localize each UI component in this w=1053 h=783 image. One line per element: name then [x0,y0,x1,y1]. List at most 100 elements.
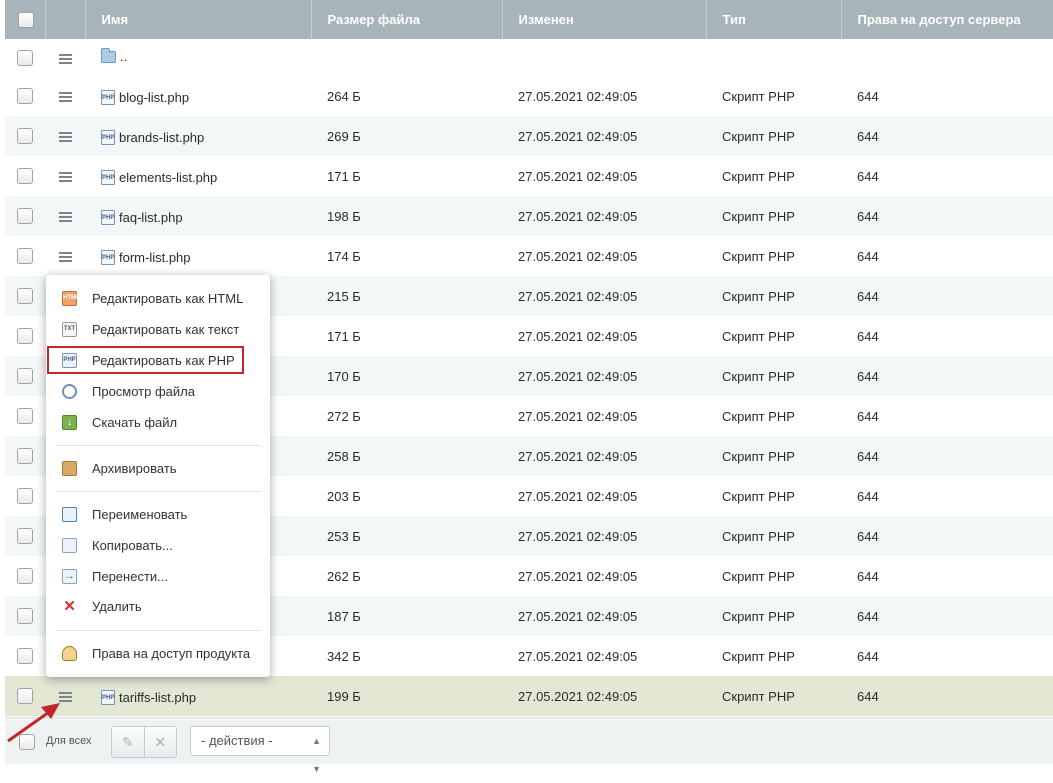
file-permissions: 644 [841,196,1053,236]
row-menu-icon[interactable] [58,212,72,223]
file-modified: 27.05.2021 02:49:05 [502,596,706,636]
file-size: 170 Б [311,356,502,396]
row-checkbox[interactable] [17,648,33,665]
table-row[interactable]: PHP faq-list.php 198 Б 27.05.2021 02:49:0… [5,196,1053,236]
row-checkbox[interactable] [17,528,33,545]
text-file-icon: TXT [62,321,77,337]
table-row[interactable]: PHP form-list.php 174 Б 27.05.2021 02:49:… [5,236,1053,276]
column-permissions[interactable]: Права на доступ сервера [841,0,1053,39]
table-row[interactable]: PHP elements-list.php 171 Б 27.05.2021 02… [5,156,1053,196]
row-menu-icon[interactable] [58,172,72,183]
file-size: 272 Б [327,408,361,424]
select-arrows-icon: ▲ ▼ [312,736,321,774]
table-row[interactable]: PHP brands-list.php 269 Б 27.05.2021 02:4… [5,116,1053,156]
file-permissions: 644 [841,516,1053,556]
move-icon: → [62,568,77,584]
menu-item-edit-html[interactable]: HTML Редактировать как HTML [46,286,270,310]
select-all-checkbox[interactable] [18,11,34,28]
menu-item-label: Удалить [92,598,142,614]
menu-item-edit-php[interactable]: PHP Редактировать как PHP [47,346,244,374]
menu-item-rename[interactable]: Переименовать [46,502,270,526]
column-type[interactable]: Тип [706,0,842,39]
file-size: 258 Б [311,436,502,476]
file-size: 269 Б [311,116,502,156]
menu-column-header [45,0,86,39]
menu-item-delete[interactable]: ✕ Удалить [46,594,270,618]
php-file-icon: PHP [101,130,115,145]
menu-item-archive[interactable]: Архивировать [46,456,270,480]
menu-item-label: Копировать... [92,537,173,553]
file-type: Скрипт PHP [706,276,841,316]
row-menu-icon[interactable] [58,692,72,703]
row-checkbox[interactable] [17,49,33,66]
row-checkbox[interactable] [17,608,33,625]
file-name[interactable]: faq-list.php [119,210,183,225]
file-permissions: 644 [841,276,1053,316]
table-row-selected[interactable]: PHP tariffs-list.php 199 Б 27.05.2021 02:… [5,676,1053,716]
table-row[interactable]: PHP blog-list.php 264 Б 27.05.2021 02:49:… [5,76,1053,116]
parent-link[interactable]: .. [120,49,127,64]
menu-item-view[interactable]: Просмотр файла [46,379,270,403]
row-checkbox[interactable] [17,248,33,265]
for-all-checkbox[interactable] [19,734,35,750]
file-permissions: 644 [857,488,879,504]
file-name[interactable]: elements-list.php [119,170,217,185]
file-modified: 27.05.2021 02:49:05 [502,676,706,716]
row-checkbox[interactable] [17,168,33,185]
close-icon[interactable]: ✕ [143,727,177,757]
file-modified: 27.05.2021 02:49:05 [518,648,638,664]
select-all-cell [5,0,46,39]
column-modified[interactable]: Изменен [502,0,707,39]
file-modified: 27.05.2021 02:49:05 [518,408,638,424]
row-checkbox[interactable] [17,568,33,585]
file-size: 203 Б [327,488,361,504]
actions-select[interactable]: - действия - ▲ ▼ [190,726,330,774]
row-checkbox[interactable] [17,288,33,305]
file-type: Скрипт PHP [722,328,795,344]
archive-box-icon [62,460,77,476]
menu-item-download[interactable]: ↓ Скачать файл [46,410,270,434]
file-type: Скрипт PHP [706,356,841,396]
file-permissions: 644 [841,596,1053,636]
magnifier-icon [62,383,77,399]
pencil-icon[interactable]: ✎ [112,727,144,757]
file-size: 253 Б [311,516,502,556]
menu-item-label: Скачать файл [92,414,178,430]
row-menu-icon[interactable] [58,132,72,143]
row-checkbox[interactable] [17,128,33,145]
file-name[interactable]: form-list.php [119,250,191,265]
folder-up-icon [101,47,116,63]
file-modified: 27.05.2021 02:49:05 [502,276,706,316]
file-name[interactable]: brands-list.php [119,130,204,145]
menu-item-copy[interactable]: Копировать... [46,533,270,557]
row-checkbox[interactable] [17,448,33,465]
row-checkbox[interactable] [17,208,33,225]
row-checkbox[interactable] [17,88,33,105]
file-permissions: 644 [857,568,879,584]
file-permissions: 644 [841,436,1053,476]
row-checkbox[interactable] [17,688,33,705]
menu-item-label: Редактировать как текст [92,321,240,337]
row-checkbox[interactable] [17,408,33,425]
file-name[interactable]: blog-list.php [119,90,189,105]
file-name[interactable]: tariffs-list.php [119,690,196,705]
row-menu-icon[interactable] [58,92,72,103]
menu-item-move[interactable]: → Перенести... [46,564,270,588]
row-menu-icon[interactable] [58,252,72,263]
row-checkbox[interactable] [17,488,33,505]
menu-item-access-rights[interactable]: Права на доступ продукта [46,641,270,665]
table-footer: Для всех ✎ ✕ - действия - ▲ ▼ [5,717,1053,774]
php-file-icon: PHP [62,352,77,368]
file-permissions: 644 [841,116,1053,156]
row-menu-icon[interactable] [58,53,72,64]
group-action-buttons: ✎ ✕ [111,726,177,758]
table-row-parent[interactable]: .. [5,39,1053,76]
copy-icon [62,537,77,553]
row-checkbox[interactable] [17,328,33,345]
row-checkbox[interactable] [17,368,33,385]
column-size[interactable]: Размер файла [311,0,503,39]
php-file-icon: PHP [101,690,115,705]
menu-item-edit-text[interactable]: TXT Редактировать как текст [46,317,270,341]
column-name[interactable]: Имя [85,0,312,39]
file-modified: 27.05.2021 02:49:05 [518,88,638,104]
